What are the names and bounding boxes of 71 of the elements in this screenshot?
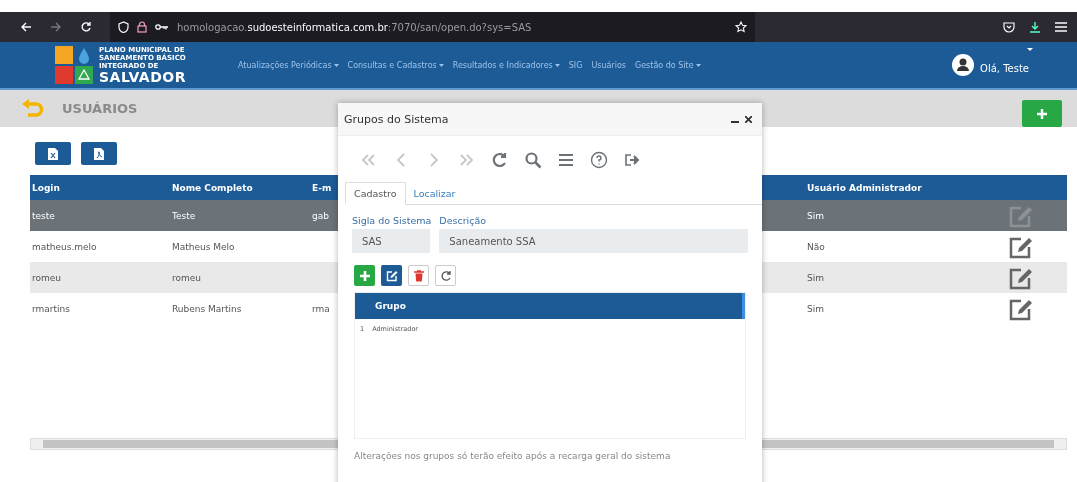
tab[interactable]: Cadastro (345, 182, 406, 205)
forward-icon[interactable] (50, 21, 62, 33)
input-field[interactable]: Saneamento SSA (439, 229, 748, 253)
caret-icon[interactable] (333, 63, 339, 67)
delete-button[interactable] (408, 265, 429, 286)
page-title: USUÁRIOS (62, 101, 138, 116)
reload-icon[interactable] (80, 21, 92, 33)
caret-icon[interactable] (554, 63, 560, 67)
table-cell: Matheus Melo (172, 241, 235, 252)
field-label: Sigla do Sistema (352, 215, 432, 226)
edit-icon (385, 269, 398, 282)
shield-icon (118, 21, 129, 33)
plus-icon (1037, 108, 1047, 119)
table-cell: Não (807, 241, 825, 252)
nav-link[interactable]: Resultados e Indicadores (452, 60, 553, 70)
table-cell: romeu (32, 272, 62, 283)
help-icon[interactable] (589, 150, 609, 170)
tab[interactable]: Localizar (405, 182, 464, 204)
caret-icon[interactable] (1027, 48, 1033, 51)
nav-link[interactable]: Atualizações Periódicas (238, 60, 332, 70)
column-header: Usuário Administrador (806, 182, 923, 193)
table-cell: rmartins (32, 303, 70, 314)
column-header: Login (31, 182, 61, 193)
table-cell: matheus.melo (32, 241, 97, 252)
user-name[interactable]: Olá, Teste (980, 62, 1029, 74)
nav-link[interactable]: SIG (568, 60, 583, 70)
back-icon[interactable] (20, 21, 32, 33)
pdf-export-button[interactable] (81, 142, 117, 165)
table-cell: romeu (172, 272, 202, 283)
table-cell: Teste (172, 210, 196, 221)
table-cell: Sim (807, 210, 824, 221)
table-cell: teste (32, 210, 55, 221)
search-icon[interactable] (523, 150, 543, 170)
column-header: Nome Completo (171, 182, 254, 193)
table-cell: rma (312, 303, 330, 314)
dialog-title: Grupos do Sistema (344, 112, 450, 126)
avatar-icon[interactable] (952, 54, 974, 76)
field-label: Descrição (439, 215, 488, 226)
edit-button[interactable] (381, 265, 402, 286)
nav-link[interactable]: Consultas e Cadastros (347, 60, 437, 70)
pocket-icon[interactable] (1003, 21, 1015, 33)
column-header: Grupo (375, 301, 406, 311)
star-icon[interactable] (735, 21, 747, 33)
nav-link[interactable]: Gestão do Site (634, 60, 694, 70)
add-button[interactable] (1022, 100, 1062, 127)
lock-icon (137, 21, 147, 33)
key-icon (155, 23, 169, 31)
input-field[interactable]: SAS (352, 229, 430, 253)
caret-icon[interactable] (438, 63, 444, 67)
reload-button[interactable] (435, 265, 456, 286)
reload-icon (439, 269, 452, 282)
table-cell: Sim (807, 303, 824, 314)
spreadsheet-file-icon (48, 147, 58, 160)
caret-icon[interactable] (695, 63, 701, 67)
add-button[interactable] (354, 265, 375, 286)
menu-icon[interactable] (1055, 22, 1067, 32)
column-header: E-m (311, 182, 333, 193)
table-cell: Rubens Martins (172, 303, 242, 314)
plus-icon (358, 269, 371, 282)
url-text: homologacao.sudoesteinformatica.com.br:7070/san/open.do?sys=SAS (177, 21, 532, 33)
excel-export-button[interactable] (35, 142, 71, 165)
logo-drawing (55, 46, 95, 84)
close-icon[interactable] (745, 115, 752, 123)
nav-link[interactable]: Usuários (591, 60, 626, 70)
download-icon[interactable] (1029, 21, 1041, 33)
trash-icon (413, 269, 424, 282)
address-bar[interactable]: homologacao.sudoesteinformatica.com.br:7070/san/open.do?sys=SAS (110, 12, 755, 42)
table-cell: Sim (807, 272, 824, 283)
info-note: Alterações nos grupos só terão efeito após a recarga geral do sistema (353, 450, 672, 463)
table-cell: gab (312, 210, 329, 221)
pdf-file-icon (94, 147, 104, 160)
